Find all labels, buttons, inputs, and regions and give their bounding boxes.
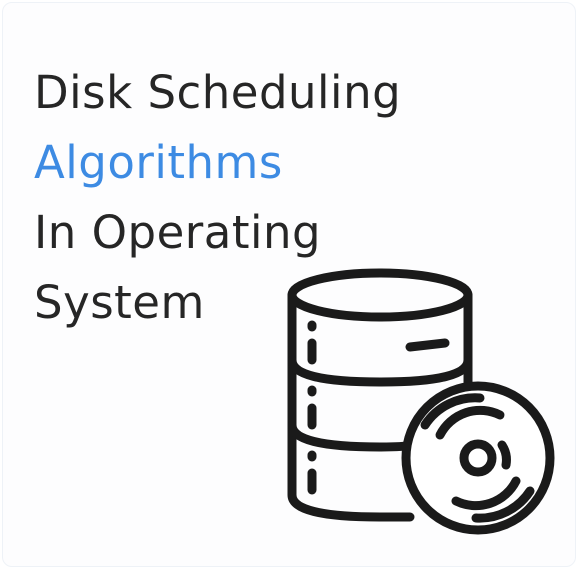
- database-disc-illustration: [287, 268, 555, 535]
- title-line-2-highlight: Algorithms: [34, 136, 283, 189]
- disc-icon: [401, 381, 555, 535]
- title-line-3: In Operating: [34, 206, 322, 259]
- title-line-1: Disk Scheduling: [34, 66, 402, 119]
